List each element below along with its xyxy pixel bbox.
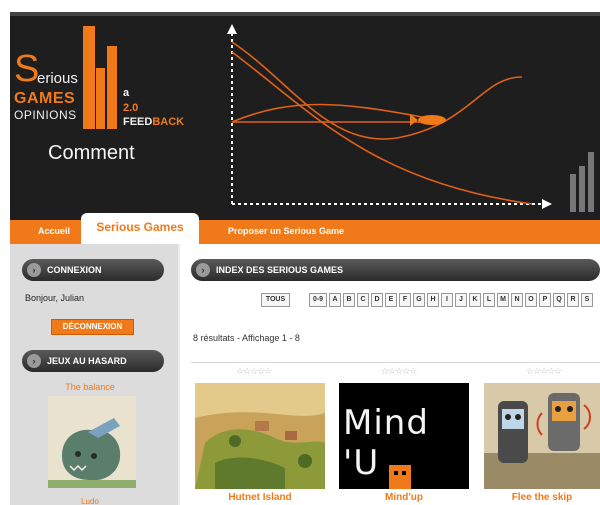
- filter-letter-o[interactable]: O: [525, 293, 537, 307]
- nav-tab-serious-games[interactable]: Serious Games: [81, 213, 199, 244]
- random-games-header: › JEUX AU HASARD: [22, 350, 164, 372]
- logo-version: 2.0: [123, 102, 139, 114]
- filter-letter-k[interactable]: K: [469, 293, 481, 307]
- chevron-right-icon: ›: [27, 354, 41, 368]
- filter-letter-d[interactable]: D: [371, 293, 383, 307]
- filter-letter-b[interactable]: B: [343, 293, 355, 307]
- alphabet-filter: 0-9 A B C D E F G H I J K L M N O P Q R S: [309, 293, 600, 307]
- connexion-title: CONNEXION: [47, 265, 102, 275]
- filter-letter-l[interactable]: L: [483, 293, 495, 307]
- filter-letter-r[interactable]: R: [567, 293, 579, 307]
- game-title-mindup[interactable]: Mind'up: [339, 492, 469, 503]
- logo-a: a: [123, 87, 130, 99]
- banner-topline: [10, 12, 600, 16]
- results-count: 8 résultats - Affichage 1 - 8: [193, 333, 300, 343]
- filter-letter-m[interactable]: M: [497, 293, 509, 307]
- chevron-right-icon: ›: [196, 263, 210, 277]
- logo-opinions: OPINIONS: [14, 108, 77, 122]
- rating-stars-3[interactable]: ☆☆☆☆☆: [526, 366, 562, 377]
- filter-all-button[interactable]: TOUS: [261, 293, 290, 307]
- random-game-title[interactable]: The balance: [20, 382, 160, 392]
- random-game-secondary[interactable]: Ludo: [20, 497, 160, 505]
- nav-home[interactable]: Accueil: [38, 226, 70, 236]
- decorative-bars: [570, 152, 594, 212]
- filter-letter-j[interactable]: J: [455, 293, 467, 307]
- mindup-thumb-text: Mind 'U: [343, 403, 429, 483]
- logo-games: GAMES: [14, 90, 76, 107]
- index-title: INDEX DES SERIOUS GAMES: [216, 265, 344, 275]
- logout-button[interactable]: DÉCONNEXION: [51, 319, 134, 335]
- banner-comment: Comment: [48, 142, 135, 164]
- connexion-header: › CONNEXION: [22, 259, 164, 281]
- rocket-icon: [418, 115, 446, 125]
- logo-bar-3: [107, 46, 117, 129]
- filter-letter-s[interactable]: S: [581, 293, 593, 307]
- graph-y-arrow: [227, 24, 237, 34]
- filter-letter-c[interactable]: C: [357, 293, 369, 307]
- nav-tab-serious-games-label: Serious Games: [96, 220, 184, 234]
- logo-bar-2: [96, 68, 105, 129]
- header-banner: S erious GAMES OPINIONS a 2.0 FEEDBACK C…: [10, 12, 600, 220]
- island-game-thumbnail-icon: [195, 383, 325, 489]
- filter-letter-n[interactable]: N: [511, 293, 523, 307]
- banner-graph-decoration: [227, 24, 552, 209]
- filter-letter-g[interactable]: G: [413, 293, 425, 307]
- rating-stars-1[interactable]: ☆☆☆☆☆: [236, 366, 272, 377]
- game-title-hutnet-island[interactable]: Hutnet Island: [195, 492, 325, 503]
- filter-letter-p[interactable]: P: [539, 293, 551, 307]
- graph-curve-1: [231, 41, 523, 140]
- random-game-thumbnail[interactable]: [48, 396, 136, 488]
- logo-letter-s: S: [14, 48, 40, 90]
- filter-letter-i[interactable]: I: [441, 293, 453, 307]
- game-thumbnail-hutnet-island[interactable]: [195, 383, 325, 489]
- filter-letter-h[interactable]: H: [427, 293, 439, 307]
- filter-letter-0-9[interactable]: 0-9: [309, 293, 327, 307]
- graph-x-arrow: [542, 199, 552, 209]
- creature-illustration-icon: [48, 396, 136, 488]
- index-header: › INDEX DES SERIOUS GAMES: [191, 259, 600, 281]
- game-thumbnail-flee-the-skip[interactable]: [484, 383, 600, 489]
- filter-letter-q[interactable]: Q: [553, 293, 565, 307]
- game-thumbnail-mindup[interactable]: Mind 'U: [339, 383, 469, 489]
- logo-bar-1: [83, 26, 95, 129]
- game-title-flee-the-skip[interactable]: Flee the skip: [484, 492, 600, 503]
- chevron-right-icon: ›: [27, 263, 41, 277]
- filter-letter-f[interactable]: F: [399, 293, 411, 307]
- greeting-text: Bonjour, Julian: [25, 293, 85, 303]
- phone-characters-thumbnail-icon: [484, 383, 600, 489]
- filter-letter-e[interactable]: E: [385, 293, 397, 307]
- graph-curve-2: [231, 51, 533, 205]
- results-divider: [191, 362, 600, 363]
- random-games-title: JEUX AU HASARD: [47, 356, 127, 366]
- logo-feedback: FEEDBACK: [123, 116, 184, 128]
- logo-feed: FEED: [123, 116, 153, 128]
- logo-erious: erious: [37, 70, 78, 87]
- filter-letter-a[interactable]: A: [329, 293, 341, 307]
- logo-back: BACK: [152, 116, 185, 128]
- nav-propose-game[interactable]: Proposer un Serious Game: [228, 226, 344, 236]
- rating-stars-2[interactable]: ☆☆☆☆☆: [381, 366, 417, 377]
